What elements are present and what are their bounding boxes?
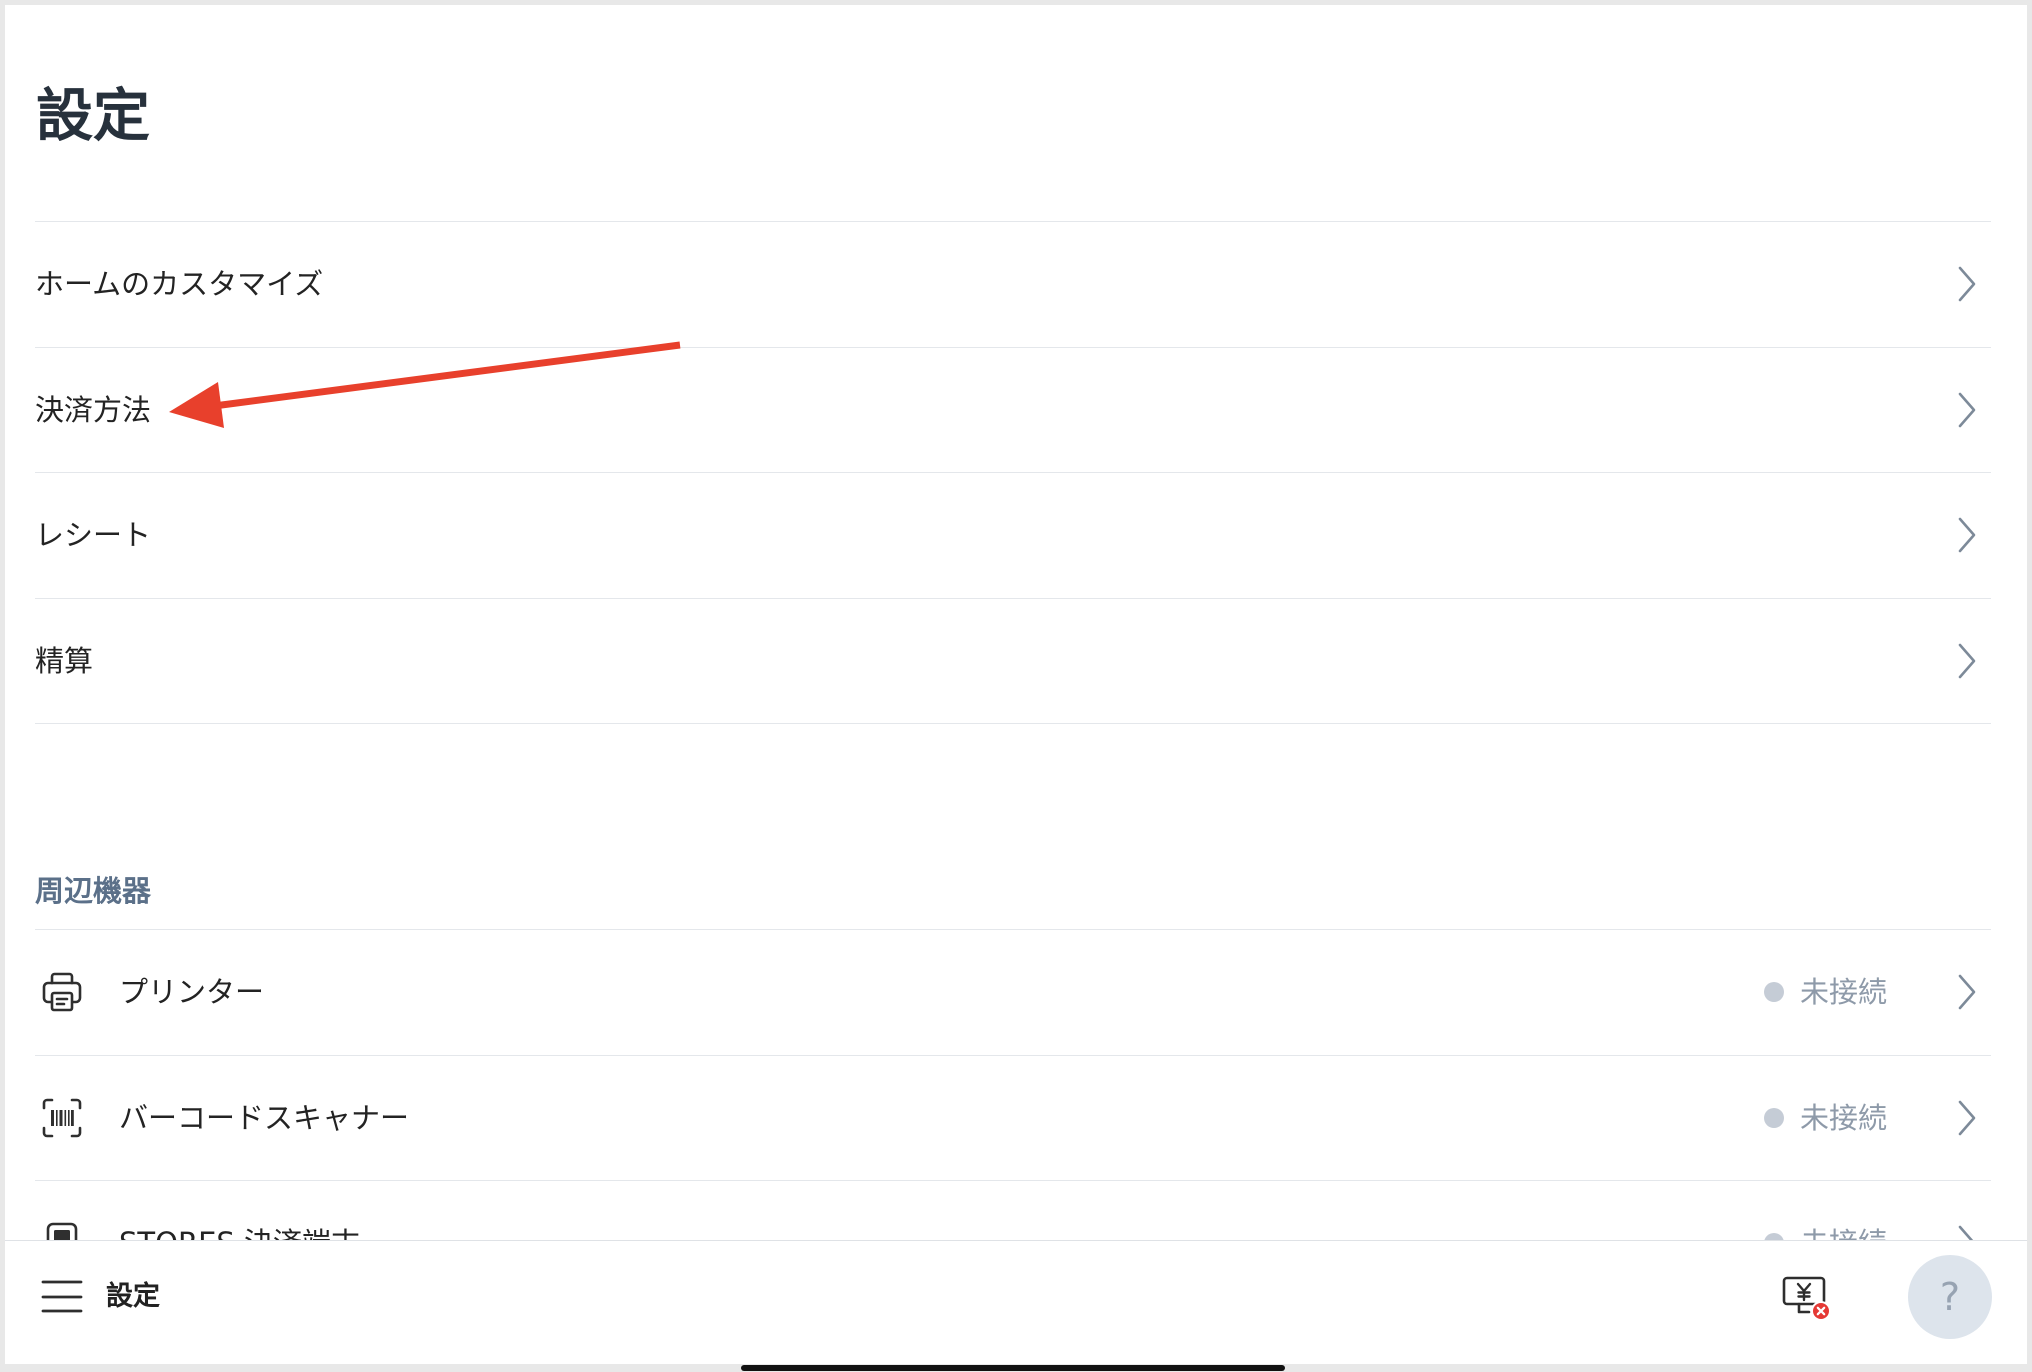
peripheral-row-barcode-scanner[interactable]: バーコードスキャナー 未接続	[35, 1054, 1991, 1181]
settings-row-payment-methods[interactable]: 決済方法	[35, 346, 1991, 473]
connection-status: 未接続	[1763, 972, 1887, 1012]
row-label: プリンター	[119, 975, 265, 1010]
settings-screen: 設定 ホームのカスタマイズ 決済方法 レシート 精算 周辺機器 プリンター 未接…	[0, 0, 2032, 1372]
register-disconnected-icon	[1782, 1276, 1831, 1321]
barcode-scanner-icon	[42, 1098, 82, 1138]
chevron-right-icon	[1958, 517, 1976, 553]
register-status-button[interactable]	[1781, 1275, 1831, 1321]
section-heading-peripherals: 周辺機器	[35, 874, 152, 908]
settings-row-settlement[interactable]: 精算	[35, 597, 1991, 724]
row-label: 精算	[35, 643, 94, 678]
page-title: 設定	[36, 83, 150, 149]
chevron-right-icon	[1958, 392, 1976, 428]
row-label: 決済方法	[35, 392, 152, 427]
bottom-bar-title: 設定	[106, 1281, 160, 1312]
peripheral-row-printer[interactable]: プリンター 未接続	[35, 929, 1991, 1055]
chevron-right-icon	[1958, 1100, 1976, 1136]
status-text: 未接続	[1799, 1100, 1887, 1135]
chevron-right-icon	[1958, 974, 1976, 1010]
status-dot	[1763, 1107, 1784, 1128]
row-label: ホームのカスタマイズ	[35, 267, 324, 302]
chevron-right-icon	[1958, 643, 1976, 679]
row-label: バーコードスキャナー	[119, 1100, 410, 1135]
settings-row-receipt[interactable]: レシート	[35, 472, 1991, 598]
connection-status: 未接続	[1763, 1098, 1887, 1138]
printer-icon	[42, 972, 82, 1012]
home-indicator	[741, 1365, 1285, 1371]
help-button[interactable]: ?	[1908, 1255, 1992, 1339]
bottom-bar: 設定 ?	[0, 1240, 2032, 1366]
status-text: 未接続	[1799, 975, 1887, 1010]
hamburger-menu-icon	[41, 1280, 83, 1313]
menu-button[interactable]	[40, 1277, 84, 1317]
settings-row-home-customize[interactable]: ホームのカスタマイズ	[35, 221, 1991, 347]
status-dot	[1763, 982, 1784, 1003]
settings-menu-list: ホームのカスタマイズ 決済方法 レシート 精算	[35, 221, 1991, 724]
chevron-right-icon	[1958, 266, 1976, 302]
row-label: レシート	[35, 518, 152, 553]
